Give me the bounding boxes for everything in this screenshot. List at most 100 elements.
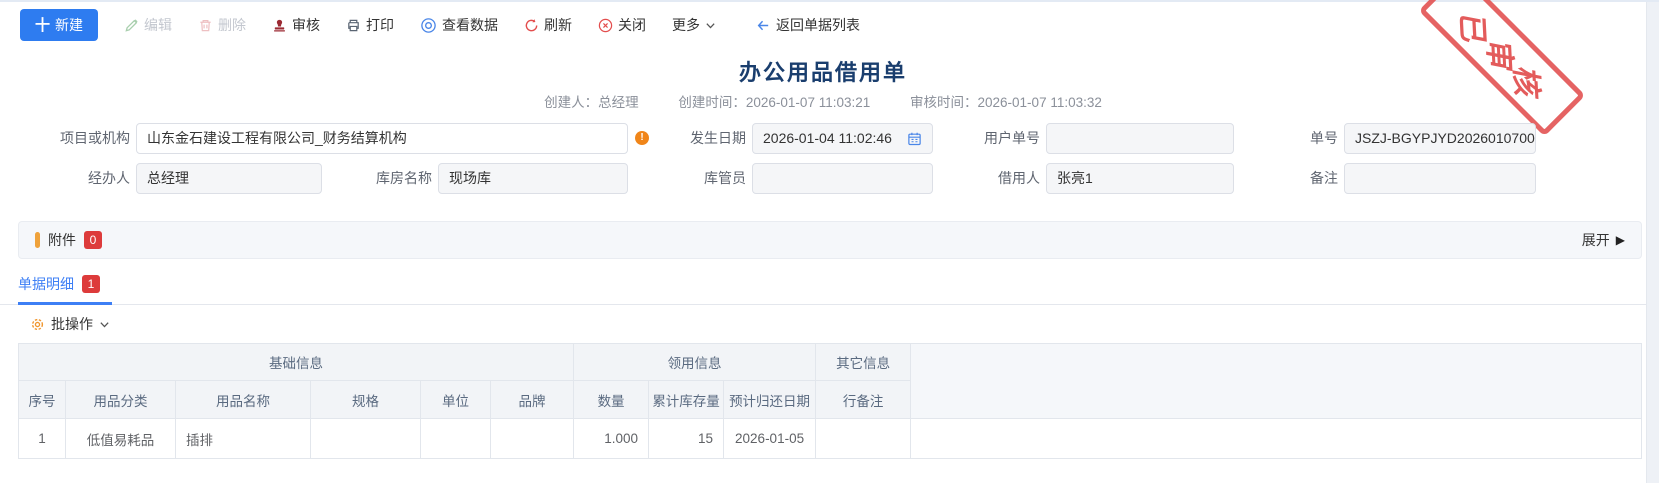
field-borrower: 借用人 张亮1 (988, 162, 1234, 194)
created-time-meta: 创建时间：2026-01-07 11:03:21 (678, 95, 870, 110)
office-supply-borrow-form-page: 十新建 编辑 删除 审核 打印 查看数据 刷新 关闭 (0, 2, 1659, 483)
table-group-header-row: 基础信息 领用信息 其它信息 (19, 344, 1642, 381)
doc-meta: 创建人：总经理 创建时间：2026-01-07 11:03:21 审核时间：20… (0, 91, 1646, 111)
tab-doc-detail[interactable]: 单据明细 1 (18, 274, 100, 294)
back-to-list-button[interactable]: 返回单据列表 (756, 15, 860, 35)
borrower-label: 借用人 (988, 168, 1040, 188)
doc-no-label: 单号 (1294, 128, 1338, 148)
user-order-no-label: 用户单号 (982, 128, 1040, 148)
warehouse-name-label: 库房名称 (372, 168, 432, 188)
eye-icon (420, 17, 437, 34)
field-handler: 经办人 总经理 (78, 162, 322, 194)
field-warehouse-keeper: 库管员 (694, 162, 933, 194)
tab-bar: 单据明细 1 (0, 270, 1646, 305)
delete-button: 删除 (198, 15, 246, 35)
page-title: 办公用品借用单 (0, 55, 1646, 87)
view-data-button-label: 查看数据 (442, 15, 498, 35)
field-project-org: 项目或机构 山东金石建设工程有限公司_财务结算机构 ! (36, 122, 649, 154)
group-usage-info: 领用信息 (574, 344, 816, 381)
handler-input[interactable]: 总经理 (136, 163, 322, 194)
batch-ops-label: 批操作 (51, 314, 93, 334)
batch-ops-button[interactable]: 批操作 (30, 314, 110, 334)
header-filler-cell (911, 344, 1642, 419)
trash-icon (198, 18, 213, 33)
row-filler-cell (911, 419, 1642, 459)
borrower-input[interactable]: 张亮1 (1046, 163, 1234, 194)
chevron-down-icon (99, 319, 110, 330)
field-remark: 备注 (1294, 162, 1536, 194)
cell-cumulative-stock: 15 (649, 419, 724, 459)
creator-label: 创建人： (544, 95, 598, 110)
field-warehouse-name: 库房名称 现场库 (372, 162, 628, 194)
creator-meta: 创建人：总经理 (544, 95, 639, 110)
cell-quantity: 1.000 (574, 419, 649, 459)
printer-icon (346, 18, 361, 33)
creator-value: 总经理 (598, 95, 639, 110)
project-org-label: 项目或机构 (36, 128, 130, 148)
calendar-icon[interactable] (907, 131, 922, 146)
delete-button-label: 删除 (218, 15, 246, 35)
col-spec: 规格 (311, 381, 421, 419)
cell-unit (421, 419, 491, 459)
group-other-info: 其它信息 (816, 344, 911, 381)
audit-button[interactable]: 审核 (272, 15, 320, 35)
back-to-list-label: 返回单据列表 (776, 15, 860, 35)
handler-label: 经办人 (78, 168, 130, 188)
warehouse-keeper-label: 库管员 (694, 168, 746, 188)
expand-button[interactable]: 展开 ▶ (1582, 230, 1625, 250)
col-category: 用品分类 (66, 381, 176, 419)
field-user-order-no: 用户单号 (982, 122, 1234, 154)
col-quantity: 数量 (574, 381, 649, 419)
attachments-label: 附件 (48, 230, 76, 250)
refresh-button[interactable]: 刷新 (524, 15, 572, 35)
right-gutter (1646, 2, 1659, 483)
info-icon[interactable]: ! (635, 131, 649, 145)
table-row[interactable]: 1 低值易耗品 插排 1.000 15 2026-01-05 (19, 419, 1642, 459)
tab-doc-detail-count-badge: 1 (82, 275, 100, 293)
field-doc-no: 单号 JSZJ-BGYPJYD20260107001 (1294, 122, 1536, 154)
audit-button-label: 审核 (292, 15, 320, 35)
refresh-button-label: 刷新 (544, 15, 572, 35)
remark-label: 备注 (1294, 168, 1338, 188)
chevron-down-icon (705, 20, 716, 31)
refresh-icon (524, 18, 539, 33)
project-org-input[interactable]: 山东金石建设工程有限公司_财务结算机构 (136, 123, 628, 154)
new-button-label: 新建 (55, 15, 83, 35)
doc-no-input[interactable]: JSZJ-BGYPJYD20260107001 (1344, 123, 1536, 154)
remark-input[interactable] (1344, 163, 1536, 194)
view-data-button[interactable]: 查看数据 (420, 15, 498, 35)
cell-row-remark (816, 419, 911, 459)
attachments-bar[interactable]: 附件 0 展开 ▶ (18, 221, 1642, 259)
col-expected-return-date: 预计归还日期 (724, 381, 816, 419)
attachments-count-badge: 0 (84, 231, 102, 249)
edit-button: 编辑 (124, 15, 172, 35)
more-button[interactable]: 更多 (672, 15, 716, 35)
col-seq: 序号 (19, 381, 66, 419)
cell-expected-return-date: 2026-01-05 (724, 419, 816, 459)
arrow-left-icon (756, 18, 771, 33)
close-circle-icon (598, 18, 613, 33)
user-order-no-input[interactable] (1046, 123, 1234, 154)
field-occur-date: 发生日期 2026-01-04 11:02:46 (688, 122, 933, 154)
audited-time-value: 2026-01-07 11:03:32 (978, 95, 1102, 110)
warehouse-name-input[interactable]: 现场库 (438, 163, 628, 194)
occur-date-value: 2026-01-04 11:02:46 (763, 124, 892, 153)
edit-button-label: 编辑 (144, 15, 172, 35)
gear-icon (30, 317, 45, 332)
new-button[interactable]: 十新建 (20, 9, 98, 41)
close-button[interactable]: 关闭 (598, 15, 646, 35)
toolbar: 十新建 编辑 删除 审核 打印 查看数据 刷新 关闭 (0, 2, 1646, 48)
audited-time-meta: 审核时间：2026-01-07 11:03:32 (910, 95, 1102, 110)
cell-brand (491, 419, 574, 459)
print-button[interactable]: 打印 (346, 15, 394, 35)
stamp-icon (272, 18, 287, 33)
warehouse-keeper-input[interactable] (752, 163, 933, 194)
col-unit: 单位 (421, 381, 491, 419)
cell-item-name: 插排 (176, 419, 311, 459)
col-brand: 品牌 (491, 381, 574, 419)
cell-category: 低值易耗品 (66, 419, 176, 459)
col-cumulative-stock: 累计库存量 (649, 381, 724, 419)
close-button-label: 关闭 (618, 15, 646, 35)
col-row-remark: 行备注 (816, 381, 911, 419)
occur-date-input[interactable]: 2026-01-04 11:02:46 (752, 123, 933, 154)
